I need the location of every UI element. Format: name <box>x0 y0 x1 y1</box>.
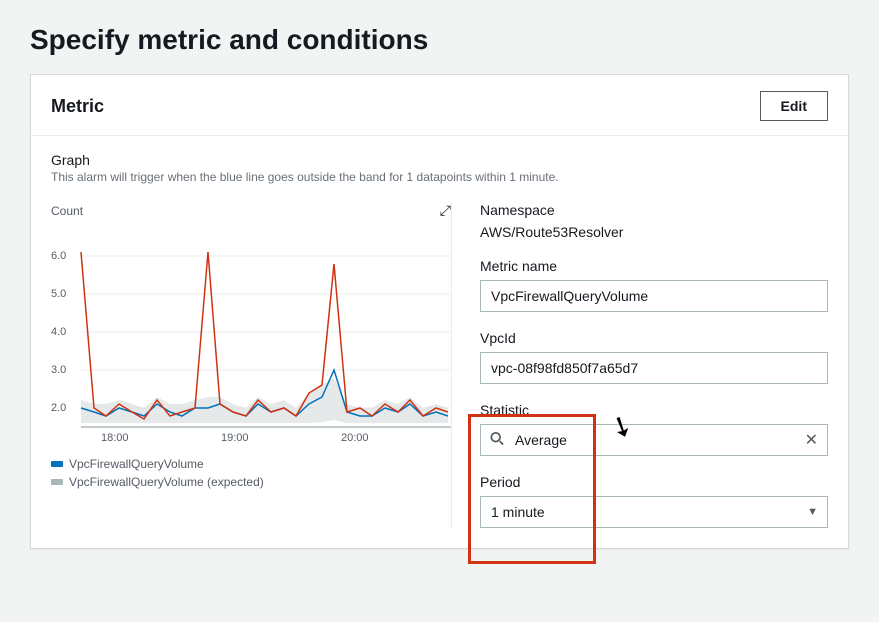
svg-text:6.0: 6.0 <box>51 250 66 262</box>
chart-legend: VpcFirewallQueryVolume VpcFirewallQueryV… <box>51 457 451 489</box>
legend-item-primary: VpcFirewallQueryVolume <box>51 457 451 471</box>
chart-y-axis-title: Count <box>51 204 83 218</box>
card-title: Metric <box>51 96 104 117</box>
legend-label-primary: VpcFirewallQueryVolume <box>69 457 204 471</box>
chart-column: Count ⤢ 6.0 5.0 4.0 3.0 2.0 18:00 19:0 <box>51 202 451 528</box>
clear-icon[interactable]: ✕ <box>805 430 818 450</box>
namespace-group: Namespace AWS/Route53Resolver <box>480 202 828 240</box>
statistic-group: Statistic Average ✕ <box>480 402 828 456</box>
period-group: Period 1 minute ▼ <box>480 474 828 528</box>
svg-text:2.0: 2.0 <box>51 402 66 414</box>
period-select[interactable]: 1 minute <box>480 496 828 528</box>
card-body: Graph This alarm will trigger when the b… <box>31 136 848 548</box>
svg-text:20:00: 20:00 <box>341 432 369 444</box>
namespace-value: AWS/Route53Resolver <box>480 224 828 240</box>
vpcid-group: VpcId vpc-08f98fd850f7a65d7 <box>480 330 828 384</box>
expand-chart-icon[interactable]: ⤢ <box>440 202 451 219</box>
form-column: Namespace AWS/Route53Resolver Metric nam… <box>451 202 828 528</box>
graph-label: Graph <box>51 152 828 168</box>
statistic-label: Statistic <box>480 402 828 418</box>
legend-swatch-blue <box>51 461 63 467</box>
namespace-label: Namespace <box>480 202 828 218</box>
metric-card: Metric Edit Graph This alarm will trigge… <box>30 74 849 549</box>
metric-name-group: Metric name VpcFirewallQueryVolume <box>480 258 828 312</box>
chart-svg: 6.0 5.0 4.0 3.0 2.0 18:00 19:00 20:00 <box>51 227 451 447</box>
legend-swatch-grey <box>51 479 63 485</box>
page-title: Specify metric and conditions <box>0 0 879 74</box>
vpcid-input[interactable]: vpc-08f98fd850f7a65d7 <box>480 352 828 384</box>
chart-area: 6.0 5.0 4.0 3.0 2.0 18:00 19:00 20:00 <box>51 227 451 447</box>
legend-label-expected: VpcFirewallQueryVolume (expected) <box>69 475 264 489</box>
metric-name-label: Metric name <box>480 258 828 274</box>
svg-text:18:00: 18:00 <box>101 432 129 444</box>
legend-item-expected: VpcFirewallQueryVolume (expected) <box>51 475 451 489</box>
svg-text:5.0: 5.0 <box>51 288 66 300</box>
statistic-input[interactable]: Average <box>480 424 828 456</box>
card-header: Metric Edit <box>31 75 848 136</box>
period-label: Period <box>480 474 828 490</box>
svg-text:19:00: 19:00 <box>221 432 249 444</box>
graph-helper-text: This alarm will trigger when the blue li… <box>51 170 828 184</box>
vpcid-label: VpcId <box>480 330 828 346</box>
svg-text:3.0: 3.0 <box>51 364 66 376</box>
svg-text:4.0: 4.0 <box>51 326 66 338</box>
graph-section-header: Graph This alarm will trigger when the b… <box>51 152 828 184</box>
metric-name-input[interactable]: VpcFirewallQueryVolume <box>480 280 828 312</box>
edit-button[interactable]: Edit <box>760 91 828 121</box>
